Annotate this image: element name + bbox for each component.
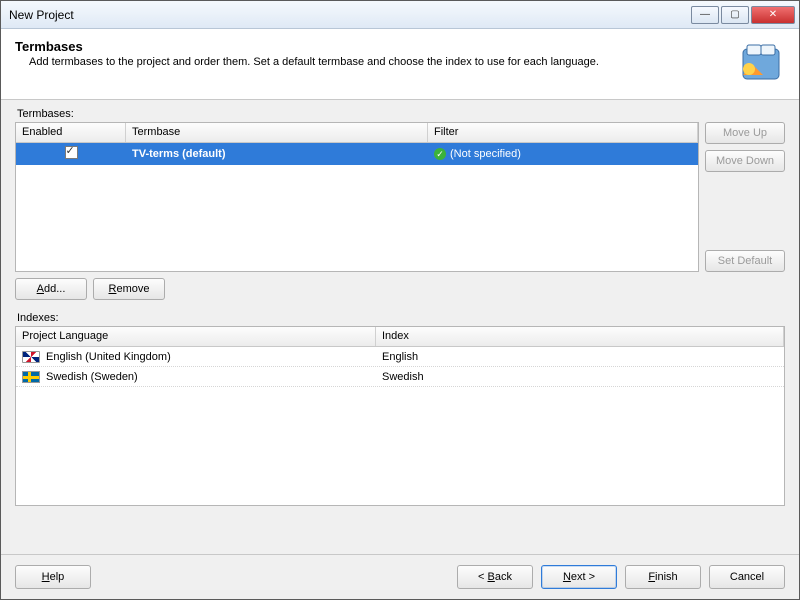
maximize-button[interactable]: ▢ — [721, 6, 749, 24]
termbases-table[interactable]: Enabled Termbase Filter TV-terms (defaul… — [15, 122, 699, 272]
indexes-header-row: Project Language Index — [16, 327, 784, 347]
next-button[interactable]: Next > — [541, 565, 617, 589]
set-default-button[interactable]: Set Default — [705, 250, 785, 272]
move-down-button[interactable]: Move Down — [705, 150, 785, 172]
index-row[interactable]: Swedish (Sweden) Swedish — [16, 367, 784, 387]
filter-text: (Not specified) — [450, 148, 521, 160]
wizard-footer: Help < Back Next > Finish Cancel — [1, 554, 799, 599]
language-name: Swedish (Sweden) — [46, 371, 138, 383]
finish-button[interactable]: Finish — [625, 565, 701, 589]
index-row[interactable]: English (United Kingdom) English — [16, 347, 784, 367]
flag-se-icon — [22, 371, 40, 383]
window-title: New Project — [9, 8, 689, 22]
flag-uk-icon — [22, 351, 40, 363]
index-value[interactable]: Swedish — [376, 371, 784, 383]
help-button[interactable]: Help — [15, 565, 91, 589]
col-enabled[interactable]: Enabled — [16, 123, 126, 142]
wizard-body: Termbases: Enabled Termbase Filter TV-te… — [1, 100, 799, 554]
add-button[interactable]: Add... — [15, 278, 87, 300]
termbases-header-row: Enabled Termbase Filter — [16, 123, 698, 143]
cancel-button[interactable]: Cancel — [709, 565, 785, 589]
col-filter[interactable]: Filter — [428, 123, 698, 142]
wizard-header: Termbases Add termbases to the project a… — [1, 29, 799, 100]
termbase-name: TV-terms (default) — [126, 148, 428, 160]
window-buttons: — ▢ ✕ — [689, 6, 795, 24]
indexes-label: Indexes: — [17, 312, 785, 324]
indexes-table[interactable]: Project Language Index English (United K… — [15, 326, 785, 506]
page-title: Termbases — [15, 39, 737, 54]
col-termbase[interactable]: Termbase — [126, 123, 428, 142]
termbases-label: Termbases: — [17, 108, 785, 120]
termbase-side-buttons: Move Up Move Down Set Default — [705, 122, 785, 272]
ok-icon: ✓ — [434, 148, 446, 160]
close-button[interactable]: ✕ — [751, 6, 795, 24]
checkbox-icon[interactable] — [65, 146, 78, 159]
remove-button[interactable]: Remove — [93, 278, 165, 300]
col-index[interactable]: Index — [376, 327, 784, 346]
index-value[interactable]: English — [376, 351, 784, 363]
termbase-icon — [737, 39, 785, 87]
termbase-row[interactable]: TV-terms (default) ✓ (Not specified) — [16, 143, 698, 165]
page-subtitle: Add termbases to the project and order t… — [29, 56, 737, 68]
move-up-button[interactable]: Move Up — [705, 122, 785, 144]
back-button[interactable]: < Back — [457, 565, 533, 589]
filter-cell: ✓ (Not specified) — [428, 148, 698, 160]
titlebar[interactable]: New Project — ▢ ✕ — [1, 1, 799, 29]
col-project-language[interactable]: Project Language — [16, 327, 376, 346]
dialog-new-project: New Project — ▢ ✕ Termbases Add termbase… — [0, 0, 800, 600]
termbase-bottom-buttons: Add... Remove — [15, 278, 785, 300]
language-name: English (United Kingdom) — [46, 351, 171, 363]
minimize-button[interactable]: — — [691, 6, 719, 24]
enabled-cell[interactable] — [16, 146, 126, 162]
